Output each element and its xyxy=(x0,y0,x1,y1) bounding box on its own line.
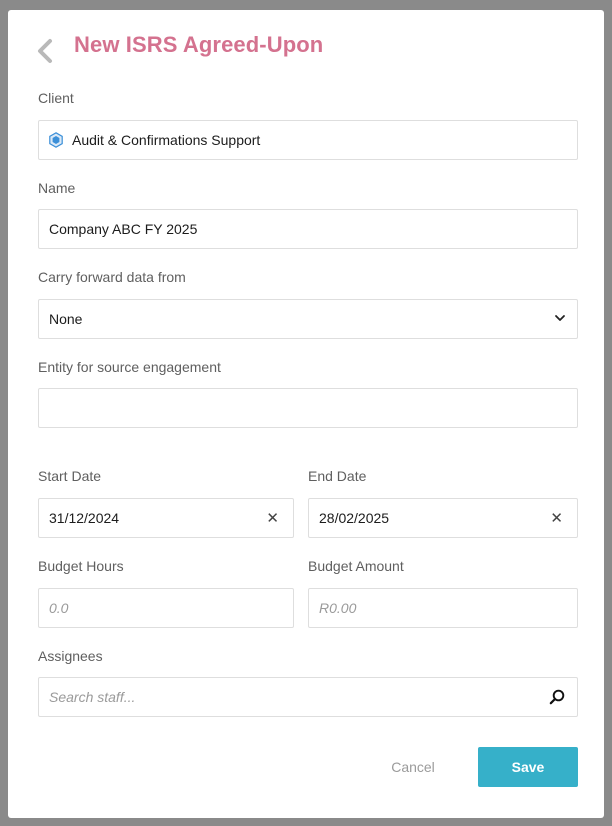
budget-hours-label: Budget Hours xyxy=(38,558,124,574)
new-engagement-modal: New ISRS Agreed-Upon Client Audit & Conf… xyxy=(8,10,604,818)
end-date-field[interactable]: 28/02/2025 ✕ xyxy=(308,498,578,538)
carry-forward-value: None xyxy=(49,311,83,327)
client-field[interactable]: Audit & Confirmations Support xyxy=(38,120,578,160)
name-field[interactable]: Company ABC FY 2025 xyxy=(38,209,578,249)
start-date-field[interactable]: 31/12/2024 ✕ xyxy=(38,498,294,538)
modal-title: New ISRS Agreed-Upon xyxy=(74,32,324,57)
budget-amount-field[interactable] xyxy=(308,588,578,628)
carry-forward-label: Carry forward data from xyxy=(38,269,186,285)
end-date-value: 28/02/2025 xyxy=(319,510,390,526)
assignees-label: Assignees xyxy=(38,648,103,664)
name-label: Name xyxy=(38,180,76,196)
budget-amount-label: Budget Amount xyxy=(308,558,404,574)
save-button[interactable]: Save xyxy=(478,747,578,787)
clear-start-date-icon[interactable]: ✕ xyxy=(266,509,279,527)
end-date-label: End Date xyxy=(308,468,367,484)
assignees-search-input[interactable] xyxy=(49,689,567,705)
start-date-value: 31/12/2024 xyxy=(49,510,120,526)
chevron-left-icon[interactable] xyxy=(34,38,56,64)
entity-source-label: Entity for source engagement xyxy=(38,359,221,375)
assignees-search-field[interactable] xyxy=(38,677,578,717)
budget-amount-input[interactable] xyxy=(319,600,567,616)
budget-hours-input[interactable] xyxy=(49,600,283,616)
search-icon[interactable] xyxy=(549,689,565,705)
clear-end-date-icon[interactable]: ✕ xyxy=(550,509,563,527)
client-value: Audit & Confirmations Support xyxy=(72,132,261,148)
name-value: Company ABC FY 2025 xyxy=(49,221,198,237)
carry-forward-select[interactable]: None xyxy=(38,299,578,339)
client-label: Client xyxy=(38,90,74,106)
hexagon-icon xyxy=(49,132,63,148)
budget-hours-field[interactable] xyxy=(38,588,294,628)
entity-source-field[interactable] xyxy=(38,388,578,428)
cancel-button[interactable]: Cancel xyxy=(376,747,450,787)
start-date-label: Start Date xyxy=(38,468,102,484)
chevron-down-icon xyxy=(555,315,565,321)
